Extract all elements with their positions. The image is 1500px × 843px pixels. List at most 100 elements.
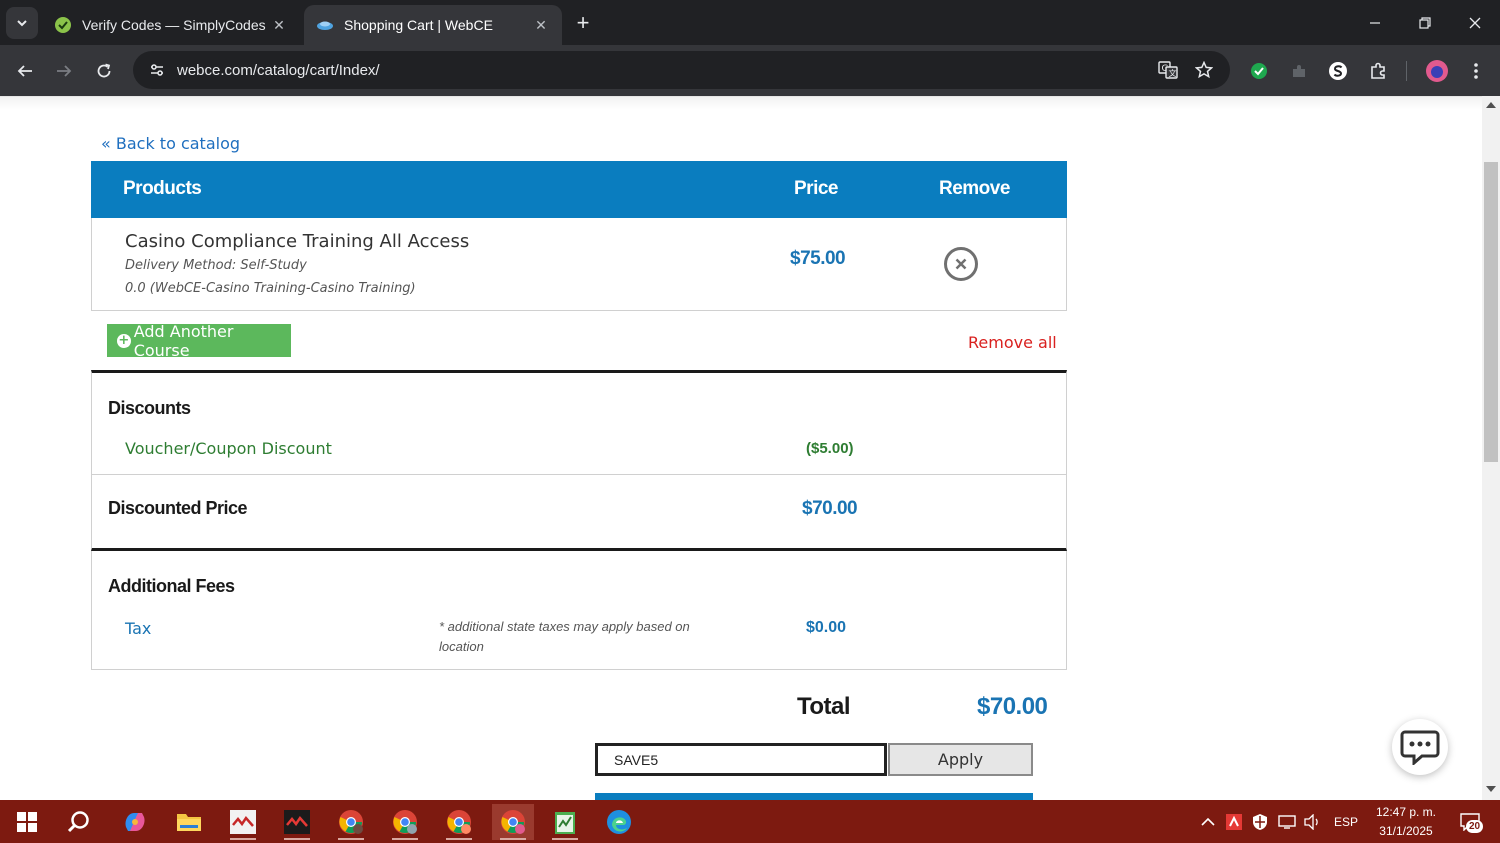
forward-button[interactable] [49, 56, 79, 86]
taskbar-chrome-profile-3[interactable] [438, 804, 480, 840]
item-detail: 0.0 (WebCE-Casino Training-Casino Traini… [125, 281, 416, 296]
check-circle-icon [1251, 63, 1267, 79]
header-price: Price [794, 178, 838, 199]
puzzle-icon [1371, 62, 1385, 79]
discount-label: Voucher/Coupon Discount [125, 439, 332, 458]
remove-item-button[interactable] [944, 247, 978, 281]
tune-icon [151, 64, 163, 76]
restore-button[interactable] [1400, 0, 1450, 45]
cart-item-row: Casino Compliance Training All Access De… [91, 218, 1067, 311]
red-app-icon [1226, 813, 1242, 830]
reload-icon [97, 63, 111, 78]
address-bar[interactable]: webce.com/catalog/cart/Index/ G文 [133, 51, 1230, 89]
shield-icon [1253, 813, 1267, 830]
translate-icon: G文 [1158, 61, 1178, 79]
tab-search-button[interactable] [6, 7, 38, 39]
tray-volume[interactable] [1300, 800, 1326, 843]
new-tab-button[interactable]: + [570, 10, 596, 36]
chat-icon [1400, 730, 1440, 765]
chrome-icon [447, 810, 471, 834]
tab-simplycodes[interactable]: Verify Codes — SimplyCodes ✕ [42, 5, 300, 45]
chat-widget-button[interactable] [1392, 719, 1448, 775]
edge-icon [607, 810, 631, 834]
back-to-catalog-link[interactable]: « Back to catalog [101, 134, 240, 153]
page-scrollbar[interactable] [1482, 96, 1500, 800]
arrow-left-icon [17, 65, 32, 77]
restore-icon [1419, 16, 1431, 29]
url-text[interactable]: webce.com/catalog/cart/Index/ [177, 62, 1150, 79]
tab-shopping-cart[interactable]: Shopping Cart | WebCE ✕ [304, 5, 562, 45]
close-tab-icon[interactable]: ✕ [532, 16, 550, 34]
translate-button[interactable]: G文 [1150, 52, 1186, 88]
close-tab-icon[interactable]: ✕ [270, 16, 288, 34]
chrome-icon [339, 810, 363, 834]
app-window-icon [230, 810, 256, 834]
tray-overflow-button[interactable] [1196, 800, 1220, 843]
taskbar-app-2[interactable] [276, 804, 318, 840]
simplycodes-icon [55, 17, 71, 33]
avatar-icon [1426, 60, 1448, 82]
chrome-icon [501, 810, 525, 834]
add-another-course-button[interactable]: + Add Another Course [107, 322, 291, 360]
additional-fees-title: Additional Fees [108, 576, 235, 596]
taskbar-chrome-profile-1[interactable] [330, 804, 372, 840]
search-icon [67, 811, 89, 833]
taskbar-clock[interactable]: 12:47 p. m. 31/1/2025 [1366, 803, 1446, 841]
minimize-icon [1370, 21, 1380, 24]
taskbar-copilot[interactable] [114, 804, 156, 840]
scrollbar-thumb[interactable] [1484, 162, 1498, 462]
bookmark-button[interactable] [1186, 52, 1222, 88]
folder-icon [177, 814, 201, 831]
tray-app-icon[interactable] [1222, 800, 1246, 843]
tab-title: Verify Codes — SimplyCodes [82, 17, 266, 33]
scroll-up-icon[interactable] [1486, 102, 1496, 108]
extension-s[interactable] [1324, 57, 1352, 85]
header-remove: Remove [939, 178, 1010, 199]
taskbar-edge[interactable] [598, 804, 640, 840]
arrow-right-icon [57, 65, 72, 77]
extension-simplycodes[interactable] [1245, 57, 1273, 85]
notification-center-button[interactable]: 20 [1452, 800, 1488, 843]
toolbar-divider [1406, 61, 1407, 81]
reload-button[interactable] [89, 56, 119, 86]
plus-circle-icon: + [117, 333, 131, 348]
back-button[interactable] [10, 56, 40, 86]
profile-avatar[interactable] [1423, 57, 1451, 85]
start-button[interactable] [6, 804, 48, 840]
extension-puzzle-dim[interactable] [1285, 57, 1313, 85]
taskbar-chrome-profile-4[interactable] [492, 804, 534, 840]
scroll-down-icon[interactable] [1486, 786, 1496, 792]
extension-icon [1293, 65, 1305, 77]
tax-value: $0.00 [806, 619, 847, 636]
taskbar-chrome-profile-2[interactable] [384, 804, 426, 840]
item-name: Casino Compliance Training All Access [125, 231, 470, 252]
discount-value: ($5.00) [806, 440, 854, 457]
tray-language[interactable]: ESP [1328, 800, 1364, 843]
taskbar-notepad[interactable] [544, 804, 586, 840]
search-button[interactable] [58, 804, 100, 840]
browser-toolbar: webce.com/catalog/cart/Index/ G文 [0, 45, 1500, 96]
minimize-button[interactable] [1350, 0, 1400, 45]
taskbar-app-1[interactable] [222, 804, 264, 840]
remove-all-link[interactable]: Remove all [968, 333, 1057, 352]
chevron-down-icon [17, 20, 27, 27]
taskbar-file-explorer[interactable] [168, 804, 210, 840]
browser-tab-bar: Verify Codes — SimplyCodes ✕ Shopping Ca… [0, 0, 1500, 45]
site-info-button[interactable] [139, 56, 175, 84]
app-window-icon [284, 810, 310, 834]
browser-menu-button[interactable] [1462, 57, 1490, 85]
tray-network[interactable] [1274, 800, 1300, 843]
item-price: $75.00 [790, 248, 846, 269]
checkout-button[interactable] [595, 793, 1033, 800]
tax-label: Tax [125, 619, 152, 638]
apply-coupon-button[interactable]: Apply [888, 743, 1033, 776]
close-circle-icon [955, 258, 967, 270]
total-label: Total [797, 693, 851, 720]
extensions-menu-button[interactable] [1364, 57, 1392, 85]
notification-count-badge: 20 [1466, 820, 1484, 833]
svg-text:文: 文 [1169, 68, 1177, 78]
close-window-button[interactable] [1450, 0, 1500, 45]
coupon-code-input[interactable] [595, 743, 887, 776]
tray-security[interactable] [1248, 800, 1272, 843]
tax-note: * additional state taxes may apply based… [439, 619, 690, 654]
